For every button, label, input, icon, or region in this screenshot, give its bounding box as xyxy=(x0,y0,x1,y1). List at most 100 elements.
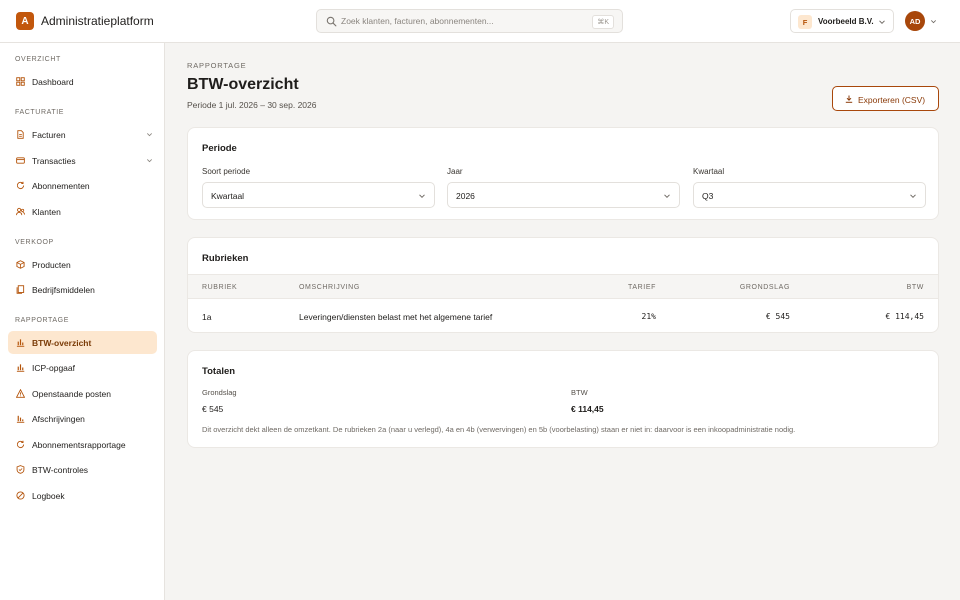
sidebar-item-btw-overzicht[interactable]: BTW-overzicht xyxy=(8,331,157,354)
search-input[interactable]: Zoek klanten, facturen, abonnementen... … xyxy=(316,9,623,33)
card-icon xyxy=(16,157,25,164)
column-header-grondslag[interactable]: GRONDSLAG xyxy=(740,284,790,291)
search-shortcut: ⌘K xyxy=(592,15,614,29)
download-icon xyxy=(845,95,853,103)
chevron-down-icon xyxy=(419,194,425,199)
sidebar-item-logboek[interactable]: Logboek xyxy=(8,484,157,507)
breadcrumb: RAPPORTAGE xyxy=(187,61,247,70)
sidebar-item-abonnementen[interactable]: Abonnementen xyxy=(8,174,157,197)
sidebar-item-producten[interactable]: Producten xyxy=(8,253,157,276)
cell-rubriek: 1a xyxy=(202,312,212,322)
files-icon xyxy=(16,285,25,294)
sidebar-item-label: ICP-opgaaf xyxy=(32,363,75,373)
chevron-down-icon xyxy=(879,20,885,25)
org-name: Voorbeeld B.V. xyxy=(818,17,874,26)
export-csv-button[interactable]: Exporteren (CSV) xyxy=(832,86,939,111)
sidebar-item-label: BTW-controles xyxy=(32,465,89,475)
grondslag-value: € 545 xyxy=(202,404,224,414)
app-logo[interactable]: A xyxy=(16,12,34,30)
sidebar-item-label: Klanten xyxy=(32,207,61,217)
sidebar-section-overzicht: OVERZICHT xyxy=(15,56,61,63)
bar-chart-icon xyxy=(16,339,25,347)
chart-icon xyxy=(16,415,25,423)
sidebar-item-label: Facturen xyxy=(32,130,66,140)
refresh-icon xyxy=(16,181,25,190)
cell-grondslag: € 545 xyxy=(765,312,790,321)
field-label: Kwartaal xyxy=(693,167,725,176)
refresh-icon xyxy=(16,440,25,449)
field-label: Soort periode xyxy=(202,167,251,176)
card-title: Periode xyxy=(202,143,237,154)
periode-card: Periode Soort periode Kwartaal Jaar 2026… xyxy=(187,127,939,220)
btw-label: BTW xyxy=(571,388,588,397)
select-value: Q3 xyxy=(702,191,714,201)
scope-note: Dit overzicht dekt alleen de omzetkant. … xyxy=(202,425,796,434)
sidebar-item-btw-controles[interactable]: BTW-controles xyxy=(8,458,157,481)
sidebar-section-verkoop: VERKOOP xyxy=(15,239,54,246)
user-avatar[interactable]: AD xyxy=(905,11,925,31)
organization-switcher[interactable]: F Voorbeeld B.V. xyxy=(790,9,894,33)
chevron-down-icon[interactable] xyxy=(146,131,153,138)
shield-icon xyxy=(16,465,25,474)
page-subtitle: Periode 1 jul. 2026 – 30 sep. 2026 xyxy=(187,100,317,110)
chevron-down-icon xyxy=(664,194,670,199)
sidebar-item-label: Logboek xyxy=(32,491,65,501)
org-badge: F xyxy=(798,15,812,29)
users-icon xyxy=(16,207,25,216)
sidebar: OVERZICHT Dashboard FACTURATIE Facturen … xyxy=(0,43,165,600)
chevron-down-icon xyxy=(910,194,916,199)
table-header: RUBRIEK OMSCHRIJVING TARIEF GRONDSLAG BT… xyxy=(188,274,938,299)
sidebar-item-transacties[interactable]: Transacties xyxy=(8,149,157,172)
sidebar-item-label: Bedrijfsmiddelen xyxy=(32,285,95,295)
cell-btw: € 114,45 xyxy=(885,312,924,321)
sidebar-section-rapportage: RAPPORTAGE xyxy=(15,317,69,324)
page-title: BTW-overzicht xyxy=(187,76,299,93)
sidebar-item-label: Afschrijvingen xyxy=(32,414,85,424)
card-title: Totalen xyxy=(202,366,236,377)
search-placeholder: Zoek klanten, facturen, abonnementen... xyxy=(341,16,494,26)
sidebar-item-facturen[interactable]: Facturen xyxy=(8,123,157,146)
column-header-rubriek[interactable]: RUBRIEK xyxy=(202,284,237,291)
field-label: Jaar xyxy=(447,167,463,176)
sidebar-item-dashboard[interactable]: Dashboard xyxy=(8,70,157,93)
select-value: Kwartaal xyxy=(211,191,245,201)
sidebar-item-icp-opgaaf[interactable]: ICP-opgaaf xyxy=(8,356,157,379)
card-title: Rubrieken xyxy=(202,253,249,264)
sidebar-item-bedrijfsmiddelen[interactable]: Bedrijfsmiddelen xyxy=(8,278,157,301)
column-header-omschrijving[interactable]: OMSCHRIJVING xyxy=(299,284,360,291)
sidebar-item-label: Dashboard xyxy=(32,77,74,87)
soort-periode-select[interactable]: Kwartaal xyxy=(202,182,435,208)
sidebar-item-label: Abonnementsrapportage xyxy=(32,440,126,450)
cell-omschrijving: Leveringen/diensten belast met het algem… xyxy=(299,312,493,322)
log-icon xyxy=(16,491,25,500)
select-value: 2026 xyxy=(456,191,475,201)
column-header-tarief[interactable]: TARIEF xyxy=(628,284,656,291)
sidebar-item-afschrijvingen[interactable]: Afschrijvingen xyxy=(8,407,157,430)
sidebar-item-label: Abonnementen xyxy=(32,181,90,191)
column-header-btw[interactable]: BTW xyxy=(907,284,924,291)
sidebar-item-label: Transacties xyxy=(32,156,76,166)
btw-value: € 114,45 xyxy=(571,404,604,414)
app-title[interactable]: Administratieplatform xyxy=(41,14,154,28)
jaar-select[interactable]: 2026 xyxy=(447,182,680,208)
sidebar-item-label: BTW-overzicht xyxy=(32,338,92,348)
sidebar-item-label: Producten xyxy=(32,260,71,270)
document-icon xyxy=(17,130,24,139)
cell-tarief: 21% xyxy=(641,312,656,321)
chevron-down-icon[interactable] xyxy=(930,18,937,25)
grondslag-label: Grondslag xyxy=(202,388,237,397)
box-icon xyxy=(16,260,25,269)
sidebar-item-abonnementsrapportage[interactable]: Abonnementsrapportage xyxy=(8,433,157,456)
warning-icon xyxy=(16,389,25,398)
rubrieken-card: Rubrieken RUBRIEK OMSCHRIJVING TARIEF GR… xyxy=(187,237,939,333)
sidebar-item-label: Openstaande posten xyxy=(32,389,111,399)
kwartaal-select[interactable]: Q3 xyxy=(693,182,926,208)
search-icon xyxy=(326,16,337,27)
export-button-label: Exporteren (CSV) xyxy=(858,95,926,105)
chevron-down-icon[interactable] xyxy=(146,157,153,164)
totalen-card: Totalen Grondslag € 545 BTW € 114,45 Dit… xyxy=(187,350,939,448)
sidebar-item-klanten[interactable]: Klanten xyxy=(8,200,157,223)
top-bar: A Administratieplatform Zoek klanten, fa… xyxy=(0,0,960,43)
sidebar-item-openstaande-posten[interactable]: Openstaande posten xyxy=(8,382,157,405)
bar-chart-icon xyxy=(16,364,25,372)
